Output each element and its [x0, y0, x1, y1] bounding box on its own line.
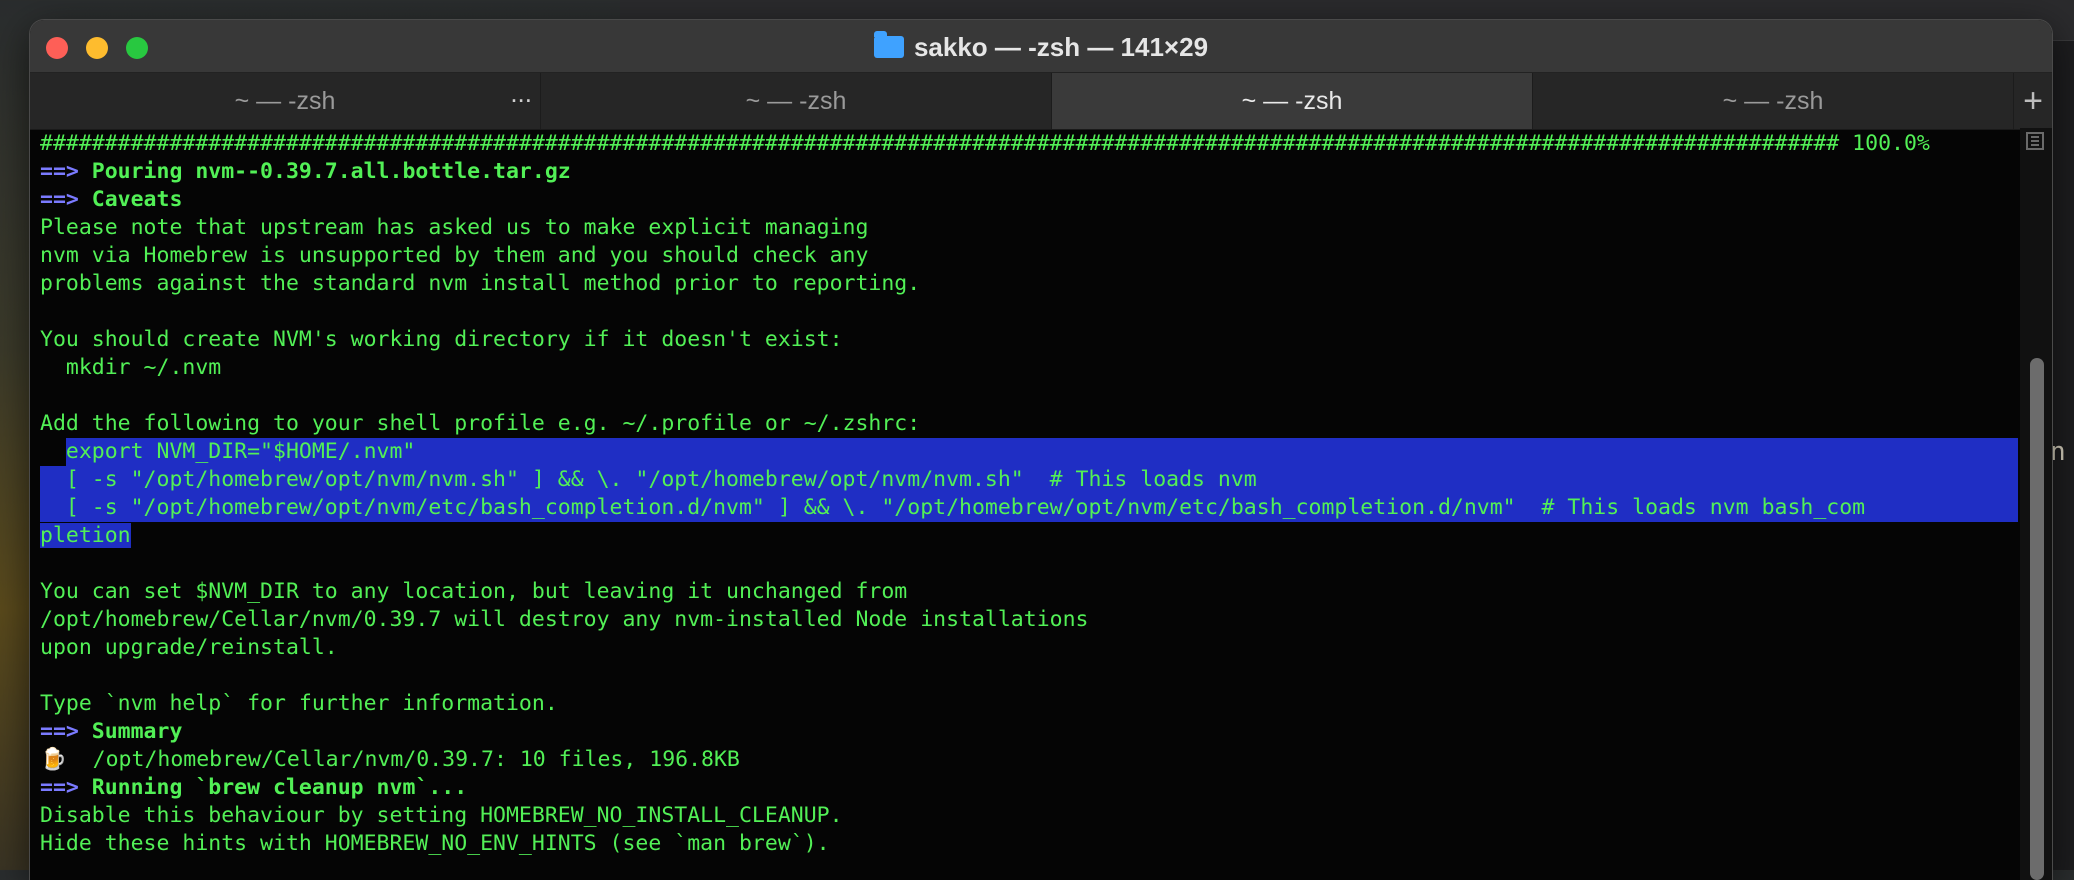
terminal-text-segment: [ -s "/opt/homebrew/opt/nvm/nvm.sh" ] &&… — [40, 467, 1257, 492]
tab-overflow-indicator: ... — [510, 78, 532, 108]
tab-1[interactable]: ~ — -zsh ... — [30, 73, 541, 129]
terminal-text-segment: Add the following to your shell profile … — [40, 411, 921, 436]
terminal-line: Hide these hints with HOMEBREW_NO_ENV_HI… — [40, 830, 2018, 858]
window-title-text: sakko — -zsh — 141×29 — [913, 32, 1209, 62]
terminal-line: 🍺 /opt/homebrew/Cellar/nvm/0.39.7: 10 fi… — [40, 746, 2018, 774]
terminal-line: mkdir ~/.nvm — [40, 354, 2018, 382]
tab-3-active[interactable]: ~ — -zsh — [1052, 73, 1533, 129]
terminal-text-segment: ########################################… — [40, 131, 1840, 156]
terminal-text-segment: export NVM_DIR="$HOME/.nvm" — [65, 439, 416, 464]
tab-bar: ~ — -zsh ... ~ — -zsh ~ — -zsh ~ — -zsh … — [30, 73, 2052, 130]
terminal-text-segment: Caveats — [91, 187, 183, 212]
terminal-text-segment: Disable this behaviour by setting HOMEBR… — [40, 803, 843, 828]
marks-list-icon[interactable] — [2026, 132, 2044, 150]
tab-label: ~ — -zsh — [745, 87, 847, 115]
terminal-line: Type `nvm help` for further information. — [40, 690, 2018, 718]
terminal-text-segment: Pouring nvm--0.39.7.all.bottle.tar.gz — [91, 159, 571, 184]
title-bar[interactable]: sakko — -zsh — 141×29 — [30, 20, 2052, 73]
terminal-text-segment: pletion — [40, 523, 131, 548]
terminal-text-segment: nvm via Homebrew is unsupported by them … — [40, 243, 869, 268]
terminal-line: [ -s "/opt/homebrew/opt/nvm/etc/bash_com… — [40, 494, 2018, 522]
terminal-text-segment: mkdir ~/.nvm — [40, 355, 222, 380]
tab-label: ~ — -zsh — [234, 87, 336, 115]
terminal-line: ########################################… — [40, 130, 2018, 158]
terminal-text-segment: Hide these hints with HOMEBREW_NO_ENV_HI… — [40, 831, 830, 856]
terminal-text-segment: You can set $NVM_DIR to any location, bu… — [40, 579, 908, 604]
terminal-window: sakko — -zsh — 141×29 ~ — -zsh ... ~ — -… — [30, 20, 2052, 880]
terminal-text-segment: [ -s "/opt/homebrew/opt/nvm/etc/bash_com… — [40, 495, 1866, 520]
folder-icon — [873, 31, 904, 58]
terminal-text-segment: ==> — [40, 159, 92, 184]
terminal-line: Disable this behaviour by setting HOMEBR… — [40, 802, 2018, 830]
terminal-text-segment: Running `brew cleanup nvm`... — [91, 775, 468, 800]
scrollbar[interactable] — [2020, 128, 2052, 880]
terminal-line: nvm via Homebrew is unsupported by them … — [40, 242, 2018, 270]
terminal-text-segment: 100.0% — [1839, 131, 1930, 156]
terminal-text-segment: upon upgrade/reinstall. — [40, 635, 338, 660]
terminal-text-segment: ==> — [40, 719, 92, 744]
terminal-line: Please note that upstream has asked us t… — [40, 214, 2018, 242]
new-tab-button[interactable]: + — [2014, 73, 2052, 129]
terminal-line: You should create NVM's working director… — [40, 326, 2018, 354]
terminal-text-segment: You should create NVM's working director… — [40, 327, 843, 352]
terminal-line: upon upgrade/reinstall. — [40, 634, 2018, 662]
tab-4[interactable]: ~ — -zsh — [1533, 73, 2014, 129]
terminal-text-segment: Summary — [91, 719, 183, 744]
terminal-text-segment: /opt/homebrew/Cellar/nvm/0.39.7: 10 file… — [92, 747, 740, 772]
scrollbar-thumb[interactable] — [2030, 358, 2044, 880]
terminal-line: Add the following to your shell profile … — [40, 410, 2018, 438]
tab-label: ~ — -zsh — [1241, 87, 1343, 115]
terminal-output[interactable]: ########################################… — [30, 130, 2018, 880]
terminal-line: pletion — [40, 522, 2018, 550]
terminal-line: ==> Summary — [40, 718, 2018, 746]
terminal-line: ==> Caveats — [40, 186, 2018, 214]
terminal-line: [ -s "/opt/homebrew/opt/nvm/nvm.sh" ] &&… — [40, 466, 2018, 494]
background-window-text: n u to ex z — [2050, 437, 2074, 467]
terminal-text-segment: problems against the standard nvm instal… — [40, 271, 921, 296]
tab-label: ~ — -zsh — [1722, 87, 1824, 115]
terminal-line: ==> Pouring nvm--0.39.7.all.bottle.tar.g… — [40, 158, 2018, 186]
terminal-line: export NVM_DIR="$HOME/.nvm" — [40, 438, 2018, 466]
terminal-text-segment: ==> — [40, 187, 92, 212]
terminal-line: You can set $NVM_DIR to any location, bu… — [40, 578, 2018, 606]
window-title: sakko — -zsh — 141×29 — [30, 31, 2052, 63]
terminal-text-segment: 🍺 — [40, 747, 93, 772]
terminal-line: ==> Running `brew cleanup nvm`... — [40, 774, 2018, 802]
terminal-line: /opt/homebrew/Cellar/nvm/0.39.7 will des… — [40, 606, 2018, 634]
terminal-text-segment: Type `nvm help` for further information. — [40, 691, 558, 716]
terminal-line: problems against the standard nvm instal… — [40, 270, 2018, 298]
terminal-text-segment: /opt/homebrew/Cellar/nvm/0.39.7 will des… — [40, 607, 1089, 632]
terminal-text-segment: Please note that upstream has asked us t… — [40, 215, 869, 240]
terminal-text-segment: ==> — [40, 775, 92, 800]
tab-2[interactable]: ~ — -zsh — [541, 73, 1052, 129]
